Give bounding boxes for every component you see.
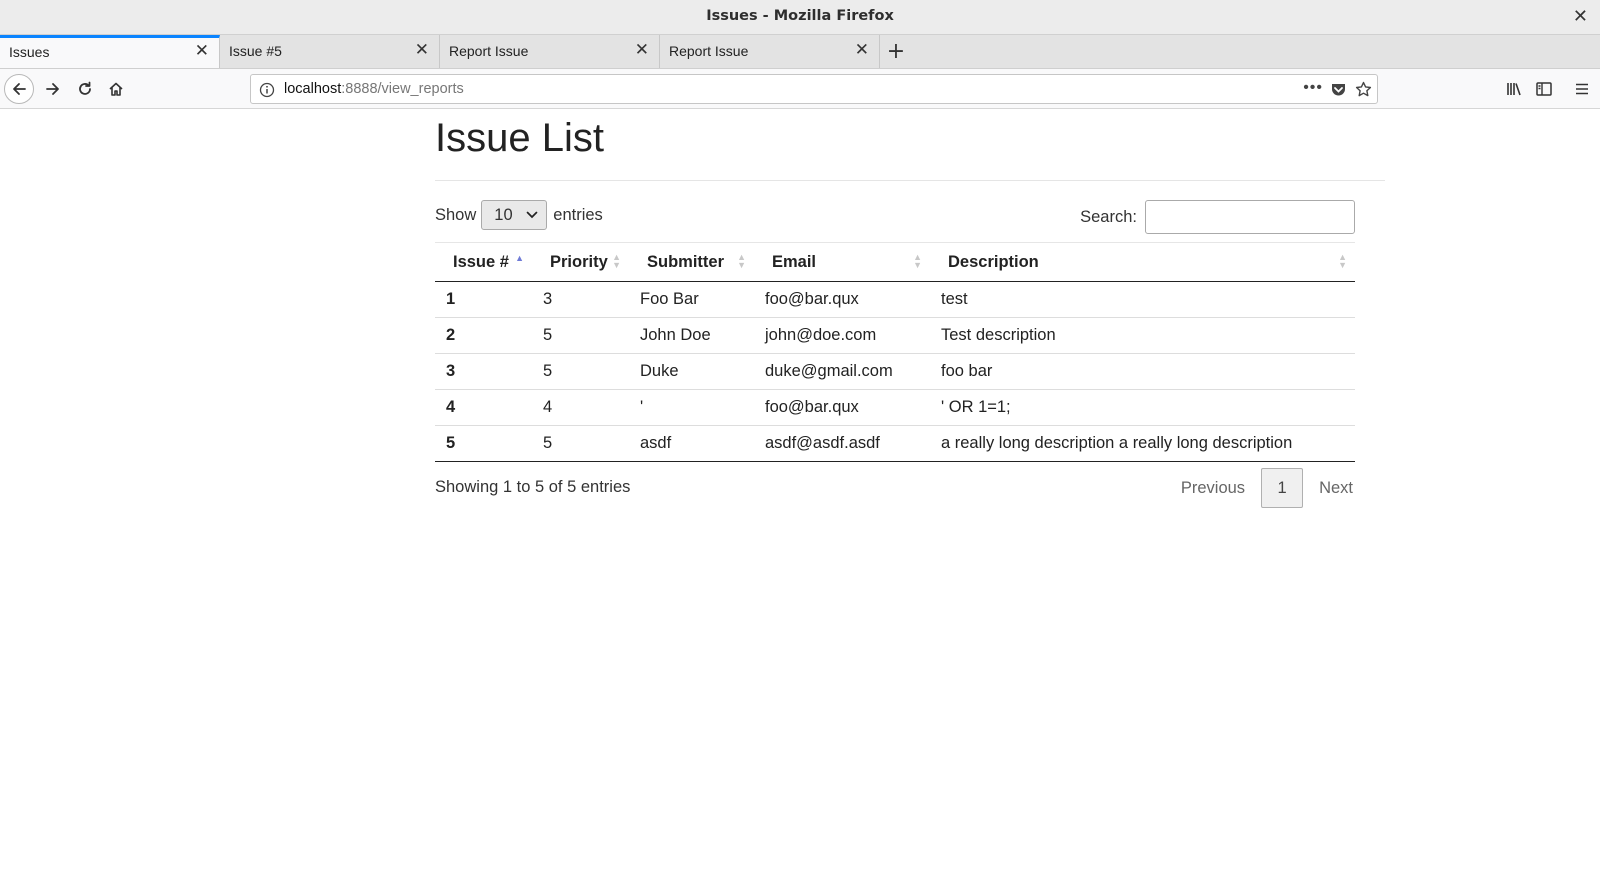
cell-submitter: asdf <box>629 425 754 462</box>
home-icon[interactable] <box>102 75 130 103</box>
tab-label: Report Issue <box>669 43 749 59</box>
cell-submitter: ' <box>629 389 754 426</box>
url-text: localhost:8888/view_reports <box>284 81 464 97</box>
tab-report-issue-2[interactable]: Report Issue ✕ <box>660 35 880 68</box>
next-button[interactable]: Next <box>1303 479 1369 498</box>
tab-close-icon[interactable]: ✕ <box>415 40 429 60</box>
sort-both-icon: ▲ ▼ <box>913 252 922 270</box>
cell-issue-id: 5 <box>435 425 532 462</box>
tab-issues[interactable]: Issues ✕ <box>0 35 220 68</box>
search-control: Search: <box>1080 200 1355 234</box>
cell-submitter: Foo Bar <box>640 290 699 308</box>
cell-submitter: John Doe <box>629 317 754 354</box>
pocket-icon[interactable] <box>1330 81 1347 102</box>
chevron-down-icon <box>526 211 538 219</box>
cell-priority: 5 <box>532 317 629 354</box>
cell-priority: 5 <box>532 353 629 390</box>
issues-table: Issue # ▲ Priority ▲ ▼ Submitter ▲ ▼ Email… <box>435 242 1355 462</box>
url-path: :8888/view_reports <box>341 81 464 97</box>
cell-priority: 4 <box>532 389 629 426</box>
cell-priority: 5 <box>532 425 629 462</box>
url-host: localhost <box>284 81 342 97</box>
column-header-label: Priority <box>550 252 608 271</box>
forward-arrow-icon[interactable] <box>39 75 67 103</box>
column-header-description[interactable]: Description ▲ ▼ <box>930 242 1355 282</box>
sort-both-icon: ▲ ▼ <box>1338 252 1347 270</box>
show-label: Show <box>435 205 477 224</box>
page-content: Issue List Show 10 entries Search: Issue… <box>435 110 1385 514</box>
table-footer: Showing 1 to 5 of 5 entries Previous 1 N… <box>435 462 1385 514</box>
table-row[interactable]: 4 4 ' foo@bar.qux ' OR 1=1; <box>435 389 1355 426</box>
window-close-icon[interactable]: ✕ <box>1573 6 1588 27</box>
previous-button[interactable]: Previous <box>1165 479 1261 498</box>
entries-label: entries <box>553 205 603 224</box>
search-label: Search: <box>1080 207 1137 226</box>
url-bar[interactable]: localhost:8888/view_reports ••• <box>250 74 1378 104</box>
window-titlebar: Issues - Mozilla Firefox ✕ <box>0 0 1600 35</box>
cell-email: foo@bar.qux <box>754 389 930 426</box>
library-icon[interactable] <box>1500 75 1528 103</box>
entries-info: Showing 1 to 5 of 5 entries <box>435 478 631 496</box>
tab-label: Issue #5 <box>229 43 282 59</box>
table-controls: Show 10 entries Search: <box>435 181 1385 241</box>
pagination: Previous 1 Next <box>1165 468 1369 508</box>
column-header-label: Description <box>948 252 1039 271</box>
tab-strip: Issues ✕ Issue #5 ✕ Report Issue ✕ Repor… <box>0 35 1600 69</box>
tab-close-icon[interactable]: ✕ <box>635 40 649 60</box>
column-header-issue[interactable]: Issue # ▲ <box>435 242 532 282</box>
cell-description: foo bar <box>930 353 1355 390</box>
cell-email: foo@bar.qux <box>765 290 859 308</box>
column-header-label: Issue # <box>453 252 509 271</box>
back-arrow-icon[interactable] <box>4 74 34 104</box>
column-header-label: Email <box>772 252 817 271</box>
cell-description: Test description <box>930 317 1355 354</box>
table-row[interactable]: 1 3 Foo Bar foo@bar.qux test <box>435 282 1355 318</box>
tab-issue-5[interactable]: Issue #5 ✕ <box>220 35 440 68</box>
table-row[interactable]: 5 5 asdf asdf@asdf.asdf a really long de… <box>435 425 1355 462</box>
info-icon[interactable] <box>259 82 275 102</box>
entries-length-control: Show 10 entries <box>435 200 603 230</box>
sidebar-icon[interactable] <box>1530 75 1558 103</box>
page-title: Issue List <box>435 110 1385 181</box>
sort-ascending-icon: ▲ <box>515 253 524 263</box>
search-input[interactable] <box>1145 200 1355 234</box>
cell-issue-id: 2 <box>435 317 532 354</box>
cell-issue-id: 4 <box>435 389 532 426</box>
bookmark-star-icon[interactable] <box>1355 81 1372 102</box>
menu-icon[interactable] <box>1568 75 1596 103</box>
cell-description: a really long description a really long … <box>930 425 1355 462</box>
table-row[interactable]: 3 5 Duke duke@gmail.com foo bar <box>435 353 1355 390</box>
cell-email: duke@gmail.com <box>754 353 930 390</box>
tab-close-icon[interactable]: ✕ <box>855 40 869 60</box>
tab-report-issue[interactable]: Report Issue ✕ <box>440 35 660 68</box>
page-1-button[interactable]: 1 <box>1261 468 1304 508</box>
cell-description: ' OR 1=1; <box>930 389 1355 426</box>
table-header-row: Issue # ▲ Priority ▲ ▼ Submitter ▲ ▼ Email… <box>435 242 1355 282</box>
reload-icon[interactable] <box>71 75 99 103</box>
cell-issue-id: 3 <box>435 353 532 390</box>
entries-select-value: 10 <box>494 205 513 224</box>
window-title: Issues - Mozilla Firefox <box>706 8 894 24</box>
cell-priority: 3 <box>543 290 553 308</box>
tab-label: Report Issue <box>449 43 529 59</box>
table-row[interactable]: 2 5 John Doe john@doe.com Test descripti… <box>435 317 1355 354</box>
column-header-email[interactable]: Email ▲ ▼ <box>754 242 930 282</box>
column-header-priority[interactable]: Priority ▲ ▼ <box>532 242 629 282</box>
tab-close-icon[interactable]: ✕ <box>195 41 209 61</box>
cell-email: john@doe.com <box>754 317 930 354</box>
cell-email: asdf@asdf.asdf <box>754 425 930 462</box>
cell-description: test <box>941 290 968 308</box>
sort-both-icon: ▲ ▼ <box>612 252 621 270</box>
cell-submitter: Duke <box>629 353 754 390</box>
new-tab-icon[interactable]: + <box>880 35 912 68</box>
sort-both-icon: ▲ ▼ <box>737 252 746 270</box>
entries-select[interactable]: 10 <box>481 200 548 230</box>
tab-label: Issues <box>9 44 50 60</box>
page-actions-icon[interactable]: ••• <box>1303 79 1323 97</box>
nav-bar: localhost:8888/view_reports ••• <box>0 69 1600 109</box>
cell-issue-id: 1 <box>446 290 456 308</box>
column-header-label: Submitter <box>647 252 725 271</box>
column-header-submitter[interactable]: Submitter ▲ ▼ <box>629 242 754 282</box>
